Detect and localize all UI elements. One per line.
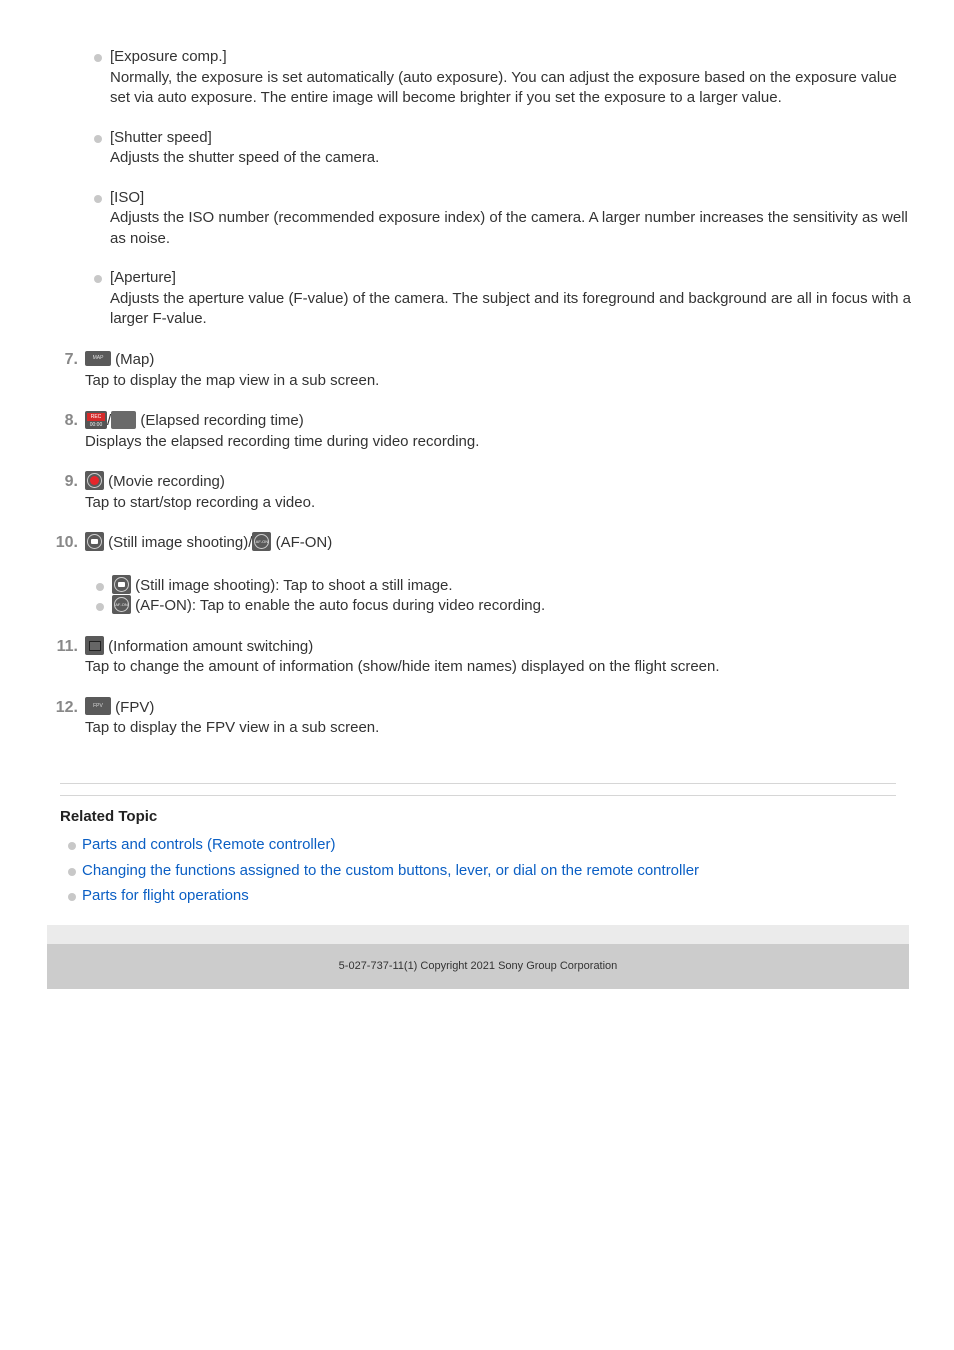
related-item: Parts and controls (Remote controller) xyxy=(60,832,900,858)
step-desc: Tap to start/stop recording a video. xyxy=(85,493,316,511)
rec-time-icon: REC 00:00 xyxy=(85,410,107,429)
numbered-steps: 7. MAP (Map) Tap to display the map view… xyxy=(50,350,910,759)
step-number: 11. xyxy=(56,637,78,655)
divider xyxy=(60,783,896,784)
camera-shutter-icon xyxy=(85,532,104,552)
related-heading: Related Topic xyxy=(60,808,158,825)
list-item: (Still image shooting): Tap to shoot a s… xyxy=(96,574,910,597)
related-topics: Related Topic Parts and controls (Remote… xyxy=(60,807,900,909)
step-label: (Movie recording) xyxy=(108,473,225,490)
step-number: 12. xyxy=(55,698,78,716)
step-10: 10. (Still image shooting)/ AF-ON (AF-ON… xyxy=(50,532,910,617)
af-on-icon: AF-ON xyxy=(112,595,131,615)
bullet-icon xyxy=(94,275,102,283)
item-text: (AF-ON): Tap to enable the auto focus du… xyxy=(135,597,546,614)
step-7: 7. MAP (Map) Tap to display the map view… xyxy=(50,350,910,391)
step-desc: Displays the elapsed recording time duri… xyxy=(85,432,480,450)
bullet-icon xyxy=(68,867,76,876)
related-link-parts-remote[interactable]: Parts and controls (Remote controller) xyxy=(82,836,335,853)
step-label-af: (AF-ON) xyxy=(275,534,333,551)
step-desc: Tap to display the FPV view in a sub scr… xyxy=(85,719,380,736)
item-title: [Shutter speed] xyxy=(110,128,212,146)
step-label: (FPV) xyxy=(115,698,155,716)
related-link-custom-buttons[interactable]: Changing the functions assigned to the c… xyxy=(82,862,699,879)
fpv-icon: FPV xyxy=(85,697,111,716)
step-label-still: (Still image shooting)/ xyxy=(108,534,253,551)
bullet-icon xyxy=(96,582,104,591)
divider xyxy=(60,795,896,796)
step-number: 7. xyxy=(64,351,78,368)
copyright-text: 5-027-737-11(1) Copyright 2021 Sony Grou… xyxy=(338,960,618,972)
bullet-icon xyxy=(94,194,102,203)
rec-time: 00:00 xyxy=(89,421,103,428)
related-link-flight-ops[interactable]: Parts for flight operations xyxy=(82,887,249,904)
related-item: Changing the functions assigned to the c… xyxy=(60,858,900,884)
bullet-icon xyxy=(68,893,76,901)
step-number: 8. xyxy=(64,412,78,429)
item-title: [ISO] xyxy=(110,188,145,206)
step-11: 11. (Information amount switching) Tap t… xyxy=(50,635,910,678)
item-title: [Exposure comp.] xyxy=(110,48,227,65)
list-item: AF-ON (AF-ON): Tap to enable the auto fo… xyxy=(96,595,910,617)
list-item: [Aperture] Adjusts the aperture value (F… xyxy=(94,268,914,330)
step-12: 12. FPV (FPV) Tap to display the FPV vie… xyxy=(50,697,910,739)
bullet-icon xyxy=(94,54,102,62)
sub-list: (Still image shooting): Tap to shoot a s… xyxy=(96,574,910,617)
step-9: 9. (Movie recording) Tap to start/stop r… xyxy=(50,471,910,513)
footer-spacer xyxy=(47,925,909,944)
step-desc: Tap to display the map view in a sub scr… xyxy=(85,371,380,389)
list-item: [ISO] Adjusts the ISO number (recommende… xyxy=(94,188,914,250)
map-icon: MAP xyxy=(85,351,111,367)
item-desc: Adjusts the aperture value (F-value) of … xyxy=(110,289,912,328)
af-on-icon: AF-ON xyxy=(252,532,272,552)
item-title: [Aperture] xyxy=(110,269,176,286)
related-item: Parts for flight operations xyxy=(60,883,900,909)
step-label: (Information amount switching) xyxy=(108,637,314,655)
bullet-icon xyxy=(68,842,76,850)
list-item: [Shutter speed] Adjusts the shutter spee… xyxy=(94,128,914,169)
step-label: (Elapsed recording time) xyxy=(140,412,304,429)
bullet-icon xyxy=(94,134,102,143)
info-switch-icon xyxy=(85,635,104,655)
step-number: 10. xyxy=(55,534,78,551)
standby-time-icon xyxy=(111,410,137,429)
item-desc: Adjusts the shutter speed of the camera. xyxy=(110,149,380,166)
item-text: (Still image shooting): Tap to shoot a s… xyxy=(135,576,453,594)
camera-shutter-icon xyxy=(112,574,131,594)
rec-badge: REC xyxy=(87,412,105,421)
step-desc: Tap to change the amount of information … xyxy=(85,658,720,675)
list-item: [Exposure comp.] Normally, the exposure … xyxy=(94,47,914,109)
step-label: (Map) xyxy=(115,351,155,368)
step-8: 8. REC 00:00 / (Elapsed recording time) … xyxy=(50,410,910,452)
bullet-icon xyxy=(96,603,104,611)
movie-record-icon xyxy=(85,471,104,491)
item-desc: Adjusts the ISO number (recommended expo… xyxy=(110,209,908,247)
settings-list: [Exposure comp.] Normally, the exposure … xyxy=(94,47,914,349)
step-number: 9. xyxy=(64,473,78,490)
item-desc: Normally, the exposure is set automatica… xyxy=(110,68,897,107)
footer: 5-027-737-11(1) Copyright 2021 Sony Grou… xyxy=(47,944,909,989)
